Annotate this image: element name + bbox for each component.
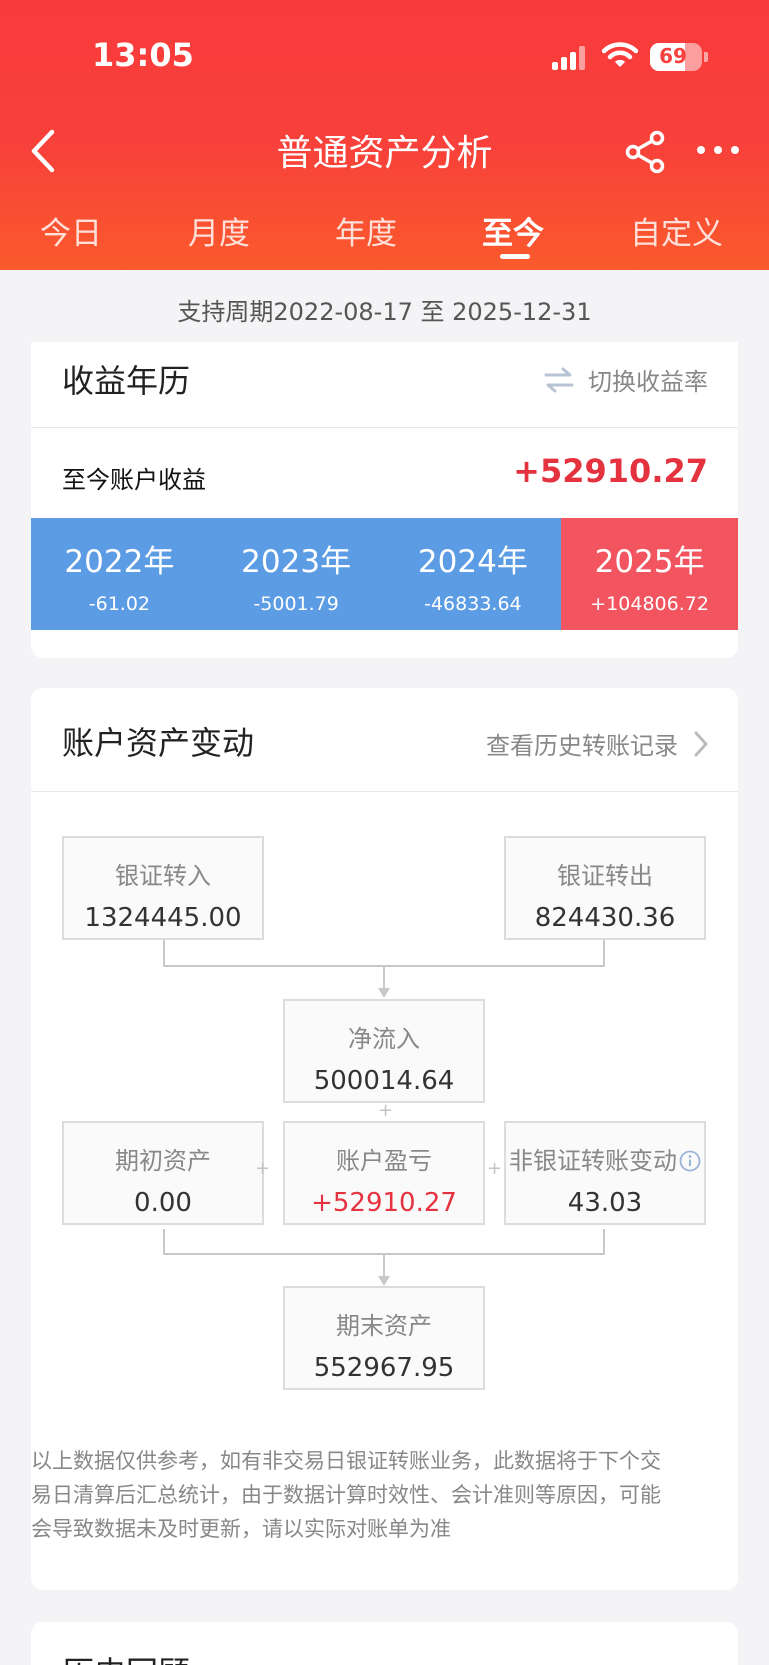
divider [31, 427, 738, 428]
share-icon[interactable] [624, 130, 668, 174]
year-value: +104806.72 [590, 593, 709, 615]
profit-loss-label: 账户盈亏 [336, 1147, 432, 1175]
active-tab-indicator [500, 254, 530, 259]
more-options-icon[interactable] [696, 140, 740, 160]
final-assets-box: 期末资产 552967.95 [283, 1286, 485, 1390]
tab-today[interactable]: 今日 [40, 208, 102, 253]
initial-assets-label: 期初资产 [115, 1147, 211, 1175]
year-label: 2025年 [594, 544, 705, 580]
profit-calendar-card: 收益年历 切换收益率 至今账户收益 +52910.27 2022年 -61.02… [31, 342, 738, 658]
year-label: 2022年 [64, 544, 175, 580]
total-profit-value: +52910.27 [513, 452, 708, 490]
year-cell-2024[interactable]: 2024年 -46833.64 [384, 518, 562, 630]
final-assets-value: 552967.95 [313, 1353, 455, 1383]
initial-assets-value: 0.00 [134, 1188, 192, 1218]
non-bank-transfer-value: 43.03 [567, 1188, 643, 1218]
plus-sign: + [487, 1158, 503, 1179]
info-icon[interactable] [679, 1150, 701, 1172]
wifi-icon [602, 42, 638, 67]
battery-level: 69 [659, 44, 687, 68]
year-value: -46833.64 [424, 593, 522, 615]
bank-transfer-in-label: 银证转入 [115, 862, 211, 890]
battery-tip [704, 52, 708, 62]
swap-arrows-icon [544, 367, 574, 392]
bank-transfer-out-label: 银证转出 [557, 862, 653, 890]
bank-transfer-out-value: 824430.36 [534, 903, 676, 933]
year-label: 2023年 [241, 544, 352, 580]
year-value: -61.02 [88, 593, 150, 615]
tab-month[interactable]: 月度 [188, 208, 250, 253]
tab-to-date[interactable]: 至今 [482, 208, 544, 253]
total-profit-label: 至今账户收益 [62, 466, 206, 494]
switch-rate-button[interactable]: 切换收益率 [544, 362, 708, 397]
net-inflow-value: 500014.64 [313, 1066, 455, 1096]
year-label: 2024年 [417, 544, 528, 580]
period-range-text: 支持周期2022-08-17 至 2025-12-31 [177, 298, 592, 326]
bank-transfer-in-value: 1324445.00 [84, 903, 242, 933]
status-time: 13:05 [92, 36, 194, 74]
final-assets-label: 期末资产 [336, 1312, 432, 1340]
year-cell-2025[interactable]: 2025年 +104806.72 [561, 518, 738, 630]
year-profit-strip: 2022年 -61.02 2023年 -5001.79 2024年 -46833… [31, 518, 738, 630]
profit-loss-value: +52910.27 [311, 1188, 457, 1218]
net-inflow-box: 净流入 500014.64 [283, 999, 485, 1103]
plus-sign: + [255, 1158, 271, 1179]
period-tabs: 今日 月度 年度 至今 自定义 [0, 208, 769, 259]
non-bank-transfer-label: 非银证转账变动 [509, 1147, 677, 1175]
bank-transfer-in-box: 银证转入 1324445.00 [62, 836, 264, 940]
plus-sign: + [378, 1100, 394, 1121]
history-review-title: 历史回顾 [62, 1648, 190, 1665]
app-header: 13:05 69 普通资产分析 今日 月度 年度 至今 自定义 [0, 0, 769, 270]
bank-transfer-out-box: 银证转出 824430.36 [504, 836, 706, 940]
non-bank-transfer-label-row: 非银证转账变动 [506, 1141, 704, 1176]
tab-custom[interactable]: 自定义 [630, 208, 723, 253]
net-inflow-label: 净流入 [348, 1025, 420, 1053]
profit-calendar-title: 收益年历 [62, 362, 191, 400]
cellular-signal-icon [552, 46, 586, 70]
switch-rate-label: 切换收益率 [588, 368, 708, 396]
profit-loss-box: 账户盈亏 +52910.27 [283, 1121, 485, 1225]
year-value: -5001.79 [253, 593, 339, 615]
year-cell-2023[interactable]: 2023年 -5001.79 [207, 518, 385, 630]
battery-icon: 69 [650, 43, 702, 71]
year-cell-2022[interactable]: 2022年 -61.02 [31, 518, 208, 630]
tab-year[interactable]: 年度 [335, 208, 397, 253]
initial-assets-box: 期初资产 0.00 [62, 1121, 264, 1225]
history-review-card: 历史回顾 [31, 1622, 738, 1665]
disclaimer-note: 以上数据仅供参考，如有非交易日银证转账业务，此数据将于下个交易日清算后汇总统计，… [31, 1449, 661, 1541]
non-bank-transfer-box: 非银证转账变动 43.03 [504, 1121, 706, 1225]
